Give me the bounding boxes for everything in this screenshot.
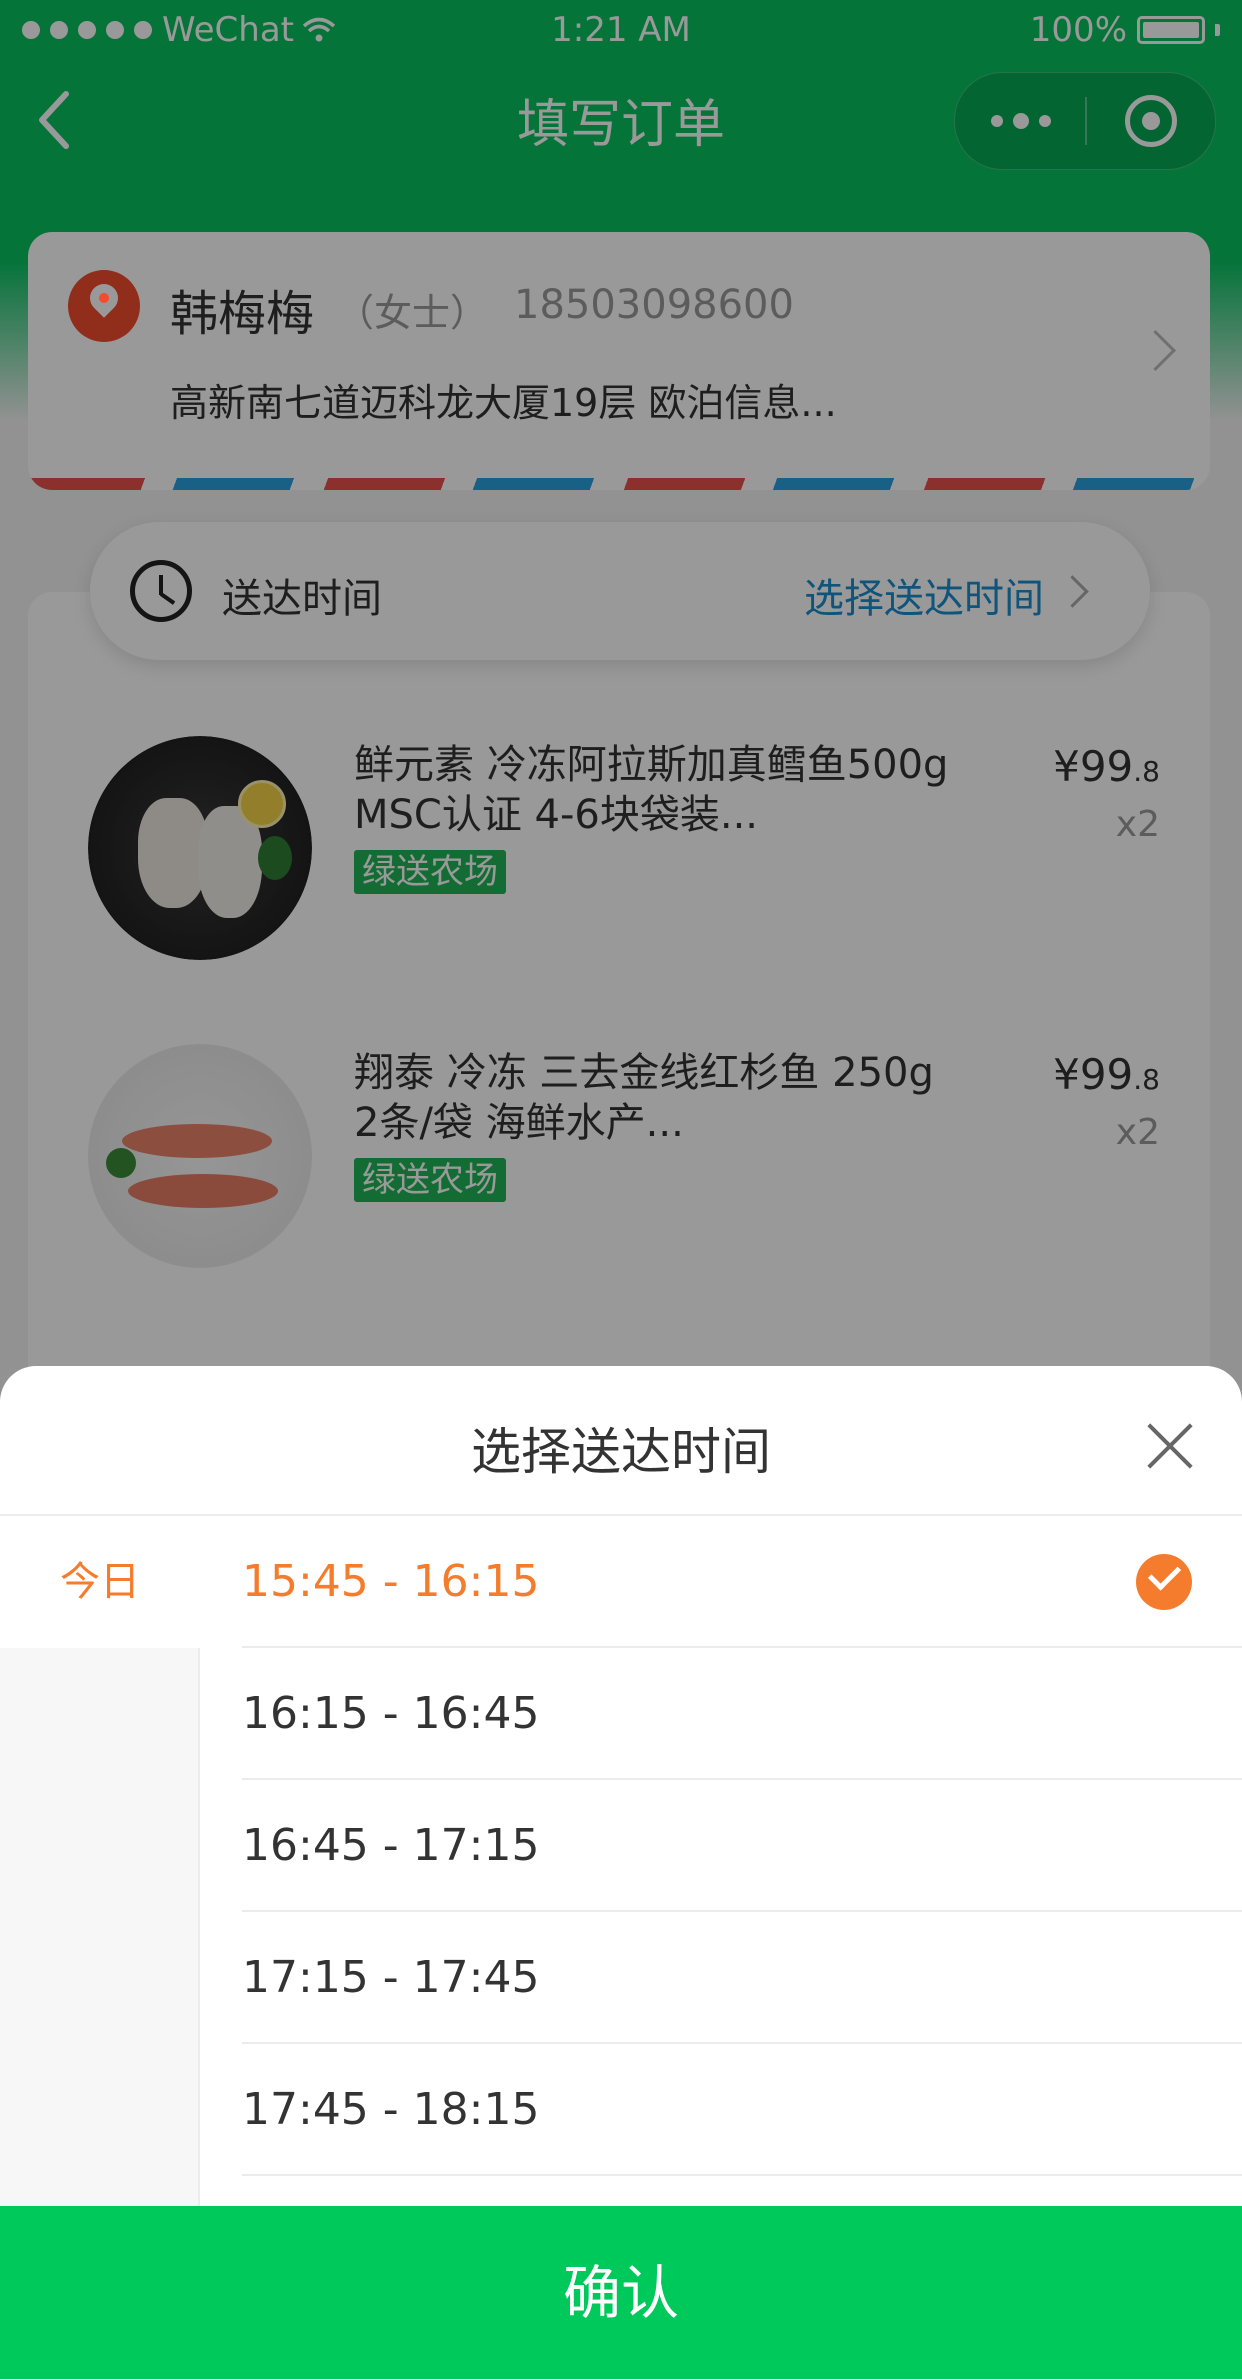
time-slot-label: 15:45 - 16:15 [242, 1556, 540, 1607]
close-icon[interactable] [1142, 1418, 1198, 1474]
time-slot-label: 17:45 - 18:15 [242, 2084, 540, 2135]
day-label: 今日 [60, 1559, 140, 1605]
time-slot[interactable]: 16:15 - 16:45 [242, 1648, 1242, 1780]
sheet-title: 选择送达时间 [471, 1423, 771, 1481]
time-slot[interactable]: 17:45 - 18:15 [242, 2044, 1242, 2176]
time-slot-label: 16:45 - 17:15 [242, 1820, 540, 1871]
time-slot[interactable]: 15:45 - 16:15 [242, 1516, 1242, 1648]
time-slot-label: 16:15 - 16:45 [242, 1688, 540, 1739]
day-item-today[interactable]: 今日 [0, 1516, 200, 1648]
check-icon [1136, 1554, 1192, 1610]
time-slot[interactable]: 16:45 - 17:15 [242, 1780, 1242, 1912]
confirm-button[interactable]: 确认 [0, 2206, 1242, 2379]
time-slot[interactable]: 17:15 - 17:45 [242, 1912, 1242, 2044]
time-slot-label: 17:15 - 17:45 [242, 1952, 540, 2003]
